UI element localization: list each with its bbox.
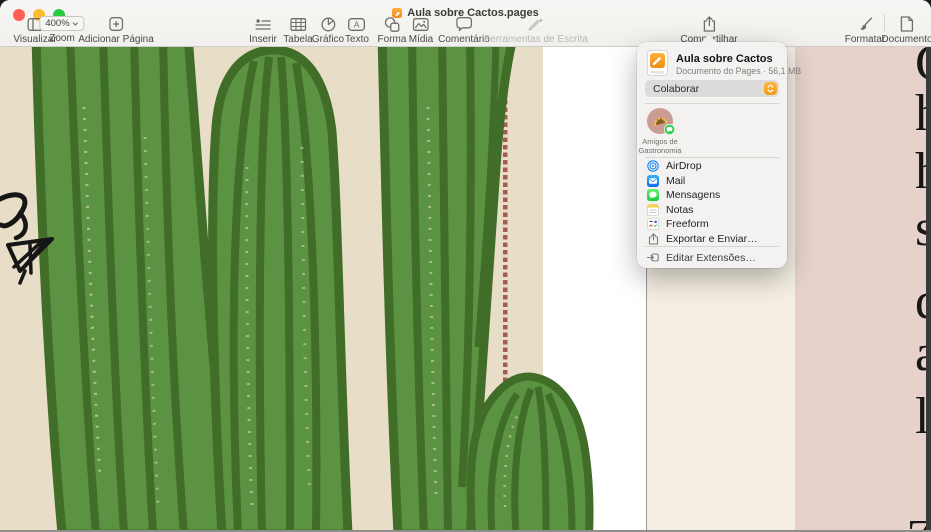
toolbar-inserir-button[interactable]: Inserir xyxy=(249,16,277,45)
clipped-page-text: C h h s d a le Z xyxy=(0,47,931,532)
popover-divider xyxy=(645,103,779,104)
document-canvas[interactable]: C h h s d a le Z xyxy=(0,47,931,532)
chart-icon xyxy=(320,16,335,32)
notes-icon xyxy=(647,204,659,216)
popover-divider xyxy=(645,246,779,247)
share-option-mensagens[interactable]: Mensagens xyxy=(637,188,787,203)
popover-doc-meta: Documento do Pages · 56,1 MB xyxy=(676,66,801,77)
insert-icon xyxy=(255,16,271,32)
export-share-icon xyxy=(647,233,659,245)
svg-text:A: A xyxy=(354,19,360,29)
share-icon xyxy=(702,16,716,32)
toolbar-texto-button[interactable]: A Texto xyxy=(345,16,369,45)
toolbar-comentario-button[interactable]: Comentário xyxy=(438,16,490,45)
edit-extensions-button[interactable]: Editar Extensões… xyxy=(637,250,787,265)
contact-name: Amigos de Gastronomia xyxy=(639,138,682,155)
pages-file-icon: PAGES xyxy=(647,50,668,76)
popover-doc-title: Aula sobre Cactos xyxy=(676,53,801,66)
share-option-airdrop[interactable]: AirDrop xyxy=(637,159,787,174)
window-right-edge xyxy=(926,47,931,532)
airdrop-icon xyxy=(647,160,659,172)
toolbar: Aula sobre Cactos.pages Visualizar 400% … xyxy=(0,0,931,47)
toolbar-documento-button[interactable]: Documento xyxy=(881,16,931,45)
toolbar-ferramentas-escrita-button: Ferramentas de Escrita xyxy=(484,16,588,45)
document-icon xyxy=(900,16,913,32)
pages-app-window: C h h s d a le Z Aula sobre Cactos.pages xyxy=(0,0,931,532)
freeform-icon xyxy=(647,218,659,230)
table-icon xyxy=(290,16,306,32)
share-option-freeform[interactable]: Freeform xyxy=(637,217,787,232)
shapes-icon xyxy=(385,16,400,32)
collaborate-dropdown[interactable]: Colaborar xyxy=(645,80,779,97)
media-icon xyxy=(413,16,429,32)
text-icon: A xyxy=(349,16,366,32)
popover-document-header: PAGES Aula sobre Cactos Documento do Pag… xyxy=(647,50,801,77)
collaborate-stepper-icon xyxy=(764,82,777,95)
comment-icon xyxy=(456,16,472,32)
toolbar-tabela-button[interactable]: Tabela xyxy=(283,16,312,45)
toolbar-grafico-button[interactable]: Gráfico xyxy=(312,16,344,45)
pages-caption: PAGES xyxy=(651,70,665,74)
toolbar-formatar-button[interactable]: Formatar xyxy=(845,16,886,45)
format-brush-icon xyxy=(858,16,873,32)
writing-tools-icon xyxy=(528,16,544,32)
share-option-exportar[interactable]: Exportar e Enviar… xyxy=(637,232,787,247)
mail-icon xyxy=(647,175,659,187)
recent-contact[interactable]: Amigos de Gastronomia xyxy=(637,108,683,155)
toolbar-forma-button[interactable]: Forma xyxy=(378,16,407,45)
extensions-icon xyxy=(647,252,659,264)
share-option-mail[interactable]: Mail xyxy=(637,174,787,189)
toolbar-add-page-button[interactable]: Adicionar Página xyxy=(78,16,154,45)
toolbar-midia-button[interactable]: Mídia xyxy=(409,16,433,45)
share-options-list: AirDrop Mail Mensagens Notas xyxy=(637,159,787,246)
add-page-icon xyxy=(109,16,123,32)
popover-divider xyxy=(645,157,779,158)
share-popover: PAGES Aula sobre Cactos Documento do Pag… xyxy=(637,42,787,268)
share-option-notas[interactable]: Notas xyxy=(637,203,787,218)
messages-badge-icon xyxy=(664,124,675,135)
messages-icon xyxy=(647,189,659,201)
contact-avatar xyxy=(647,108,673,134)
